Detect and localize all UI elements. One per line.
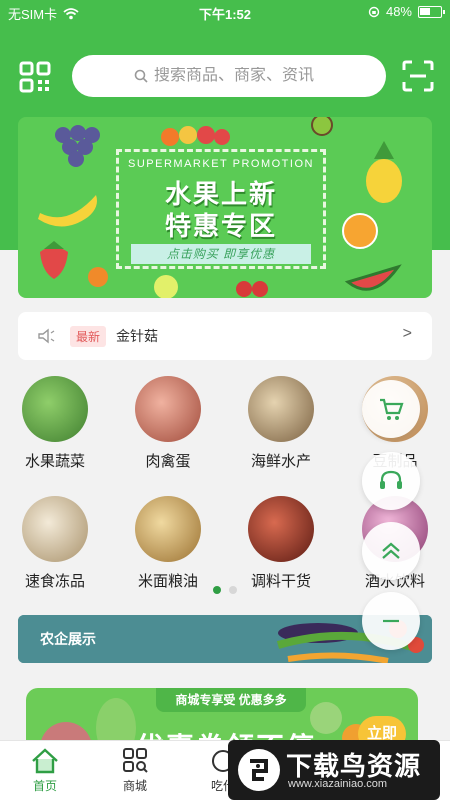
category-label: 海鲜水产 bbox=[250, 453, 311, 470]
back-to-top-float-button[interactable] bbox=[362, 522, 420, 580]
category-item[interactable]: 速食冻品 bbox=[10, 496, 100, 591]
headset-icon bbox=[380, 470, 402, 489]
rotation-lock-icon bbox=[368, 6, 380, 17]
promo-title-line2: 特惠专区 bbox=[164, 211, 277, 241]
cart-float-button[interactable] bbox=[362, 380, 420, 438]
watermark-logo: 下载鸟资源 www.xiazainiao.com bbox=[228, 740, 440, 800]
top-row bbox=[0, 50, 450, 102]
customer-service-float-button[interactable] bbox=[362, 452, 420, 510]
agri-banner-title: 农企展示 bbox=[40, 631, 96, 647]
mall-banner-subtitle: 商城专享受 优惠多多 bbox=[156, 688, 306, 712]
news-tag: 最新 bbox=[70, 325, 107, 347]
category-image bbox=[248, 496, 314, 562]
double-chevron-up-icon bbox=[382, 542, 400, 559]
promo-frame: SUPERMARKET PROMOTION 水果上新 特惠专区 点击购买 即享优… bbox=[116, 149, 326, 269]
tab-mall[interactable]: 商城 bbox=[100, 747, 170, 794]
category-image bbox=[135, 376, 201, 442]
search-input[interactable] bbox=[154, 67, 324, 85]
promo-banner[interactable]: SUPERMARKET PROMOTION 水果上新 特惠专区 点击购买 即享优… bbox=[18, 117, 432, 298]
scan-button[interactable] bbox=[402, 60, 434, 92]
battery-icon bbox=[418, 5, 445, 18]
category-image bbox=[248, 376, 314, 442]
scan-icon bbox=[402, 60, 434, 92]
chevron-right-icon[interactable]: > bbox=[403, 325, 412, 343]
category-image bbox=[135, 496, 201, 562]
minus-icon bbox=[383, 619, 399, 623]
category-image bbox=[22, 376, 88, 442]
search-icon bbox=[134, 69, 148, 83]
status-bar: 无SIM卡 下午1:52 48% bbox=[0, 0, 450, 26]
cart-icon bbox=[380, 398, 404, 420]
page-dot-active[interactable] bbox=[213, 586, 221, 594]
collapse-float-button[interactable] bbox=[362, 592, 420, 650]
category-label: 肉禽蛋 bbox=[145, 453, 191, 470]
category-label: 水果蔬菜 bbox=[24, 453, 85, 470]
promo-cta[interactable]: 点击购买 即享优惠 bbox=[131, 244, 311, 264]
grid-icon bbox=[123, 748, 148, 773]
category-item[interactable]: 海鲜水产 bbox=[236, 376, 326, 471]
category-image bbox=[22, 496, 88, 562]
category-item[interactable]: 水果蔬菜 bbox=[10, 376, 100, 471]
news-ticker[interactable]: 最新 金针菇 > bbox=[18, 312, 432, 360]
home-icon bbox=[32, 748, 58, 774]
tab-label: 商城 bbox=[122, 779, 147, 793]
page-dot[interactable] bbox=[229, 586, 237, 594]
category-item[interactable]: 调料干货 bbox=[236, 496, 326, 591]
category-item[interactable]: 米面粮油 bbox=[123, 496, 213, 591]
qr-code-icon bbox=[19, 61, 51, 93]
category-item[interactable]: 肉禽蛋 bbox=[123, 376, 213, 471]
news-text: 金针菇 bbox=[116, 328, 159, 344]
search-bar[interactable] bbox=[72, 55, 386, 97]
promo-english-title: SUPERMARKET PROMOTION bbox=[128, 158, 314, 170]
speaker-icon bbox=[38, 328, 55, 344]
battery-percent: 48% bbox=[385, 4, 412, 19]
bird-logo-icon bbox=[238, 749, 280, 791]
qr-code-button[interactable] bbox=[18, 60, 52, 94]
tab-home[interactable]: 首页 bbox=[10, 747, 80, 794]
watermark-url: www.xiazainiao.com bbox=[288, 778, 388, 790]
tab-label: 首页 bbox=[32, 779, 57, 793]
